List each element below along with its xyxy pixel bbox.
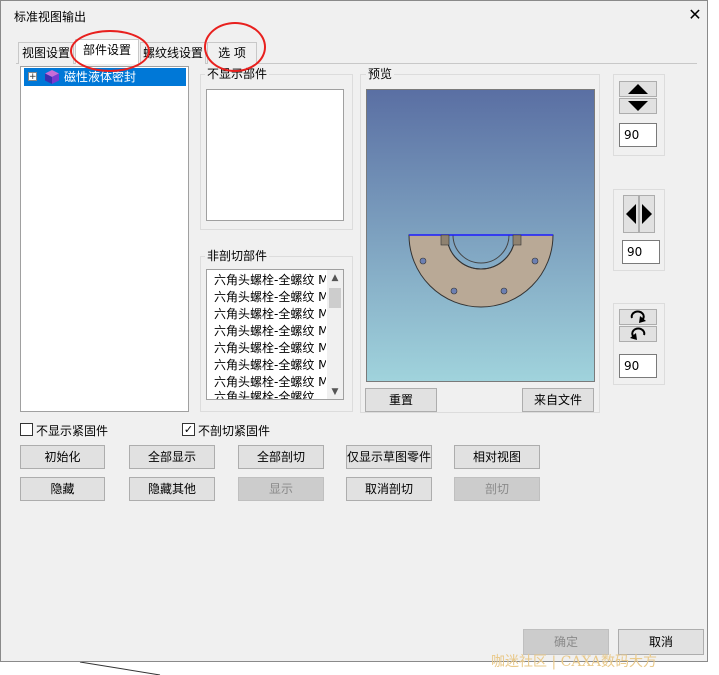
rotate-up-button[interactable] <box>619 81 657 97</box>
rotate-right-button[interactable] <box>639 195 655 233</box>
dialog-title: 标准视图输出 <box>14 10 87 24</box>
list-item[interactable]: 六角头螺栓-全螺纹 M <box>214 323 326 340</box>
relative-view-button[interactable]: 相对视图 <box>454 445 540 469</box>
no-section-fasteners-checkbox[interactable]: ✓ <box>182 423 195 436</box>
scrollbar-thumb[interactable] <box>329 288 341 308</box>
annotation-circle <box>204 22 266 72</box>
tab-thread-settings[interactable]: 螺纹线设置 <box>140 42 206 64</box>
roll-angle-input[interactable]: 90 <box>619 354 657 378</box>
rotate-clockwise-button[interactable] <box>619 309 657 325</box>
list-item[interactable]: 六角头螺栓-全螺纹 M <box>214 340 326 357</box>
hidden-parts-list[interactable] <box>206 89 344 221</box>
list-item[interactable]: 六角头螺栓-全螺纹 M <box>214 357 326 374</box>
hide-fasteners-checkbox[interactable] <box>20 423 33 436</box>
list-item[interactable]: 六角头螺栓-全螺纹 <box>214 389 326 399</box>
vertical-angle-input[interactable]: 90 <box>619 123 657 147</box>
close-icon[interactable]: ✕ <box>684 4 706 26</box>
show-button[interactable]: 显示 <box>238 477 324 501</box>
hide-button[interactable]: 隐藏 <box>20 477 105 501</box>
flange-part-preview <box>408 234 554 308</box>
hide-others-button[interactable]: 隐藏其他 <box>129 477 215 501</box>
section-button[interactable]: 剖切 <box>454 477 540 501</box>
preview-label: 预览 <box>366 67 395 81</box>
arrow-down-icon <box>628 101 648 111</box>
show-sketch-parts-only-button[interactable]: 仅显示草图零件 <box>346 445 432 469</box>
rotate-counterclockwise-button[interactable] <box>619 326 657 342</box>
tree-expander-icon[interactable]: + <box>28 72 37 82</box>
tab-view-settings[interactable]: 视图设置 <box>18 42 74 64</box>
cube-icon <box>45 70 59 84</box>
from-file-button[interactable]: 来自文件 <box>522 388 594 412</box>
show-all-button[interactable]: 全部显示 <box>129 445 215 469</box>
hide-fasteners-label: 不显示紧固件 <box>36 424 109 438</box>
arrow-up-icon <box>628 84 648 94</box>
initialize-button[interactable]: 初始化 <box>20 445 105 469</box>
rotate-left-button[interactable] <box>623 195 639 233</box>
no-section-fasteners-label: 不剖切紧固件 <box>198 424 271 438</box>
section-all-button[interactable]: 全部剖切 <box>238 445 324 469</box>
list-item[interactable]: 六角头螺栓-全螺纹 M <box>214 272 326 289</box>
watermark-text: 咖迷社区 | CAXA数码大方 <box>491 654 658 670</box>
rotate-clockwise-icon <box>630 310 646 323</box>
non-section-parts-label: 非剖切部件 <box>205 249 270 263</box>
scroll-up-icon[interactable]: ▲ <box>329 272 341 284</box>
arrow-left-icon <box>626 204 636 224</box>
list-item[interactable]: 六角头螺栓-全螺纹 M <box>214 306 326 323</box>
reset-button[interactable]: 重置 <box>365 388 437 412</box>
scroll-down-icon[interactable]: ▼ <box>329 386 341 398</box>
part-tree[interactable] <box>20 66 189 412</box>
arrow-right-icon <box>642 204 652 224</box>
annotation-circle <box>70 30 150 72</box>
rotate-counterclockwise-icon <box>630 327 646 340</box>
cancel-section-button[interactable]: 取消剖切 <box>346 477 432 501</box>
horizontal-angle-input[interactable]: 90 <box>622 240 660 264</box>
list-item[interactable]: 六角头螺栓-全螺纹 M <box>214 289 326 306</box>
rotate-down-button[interactable] <box>619 98 657 114</box>
